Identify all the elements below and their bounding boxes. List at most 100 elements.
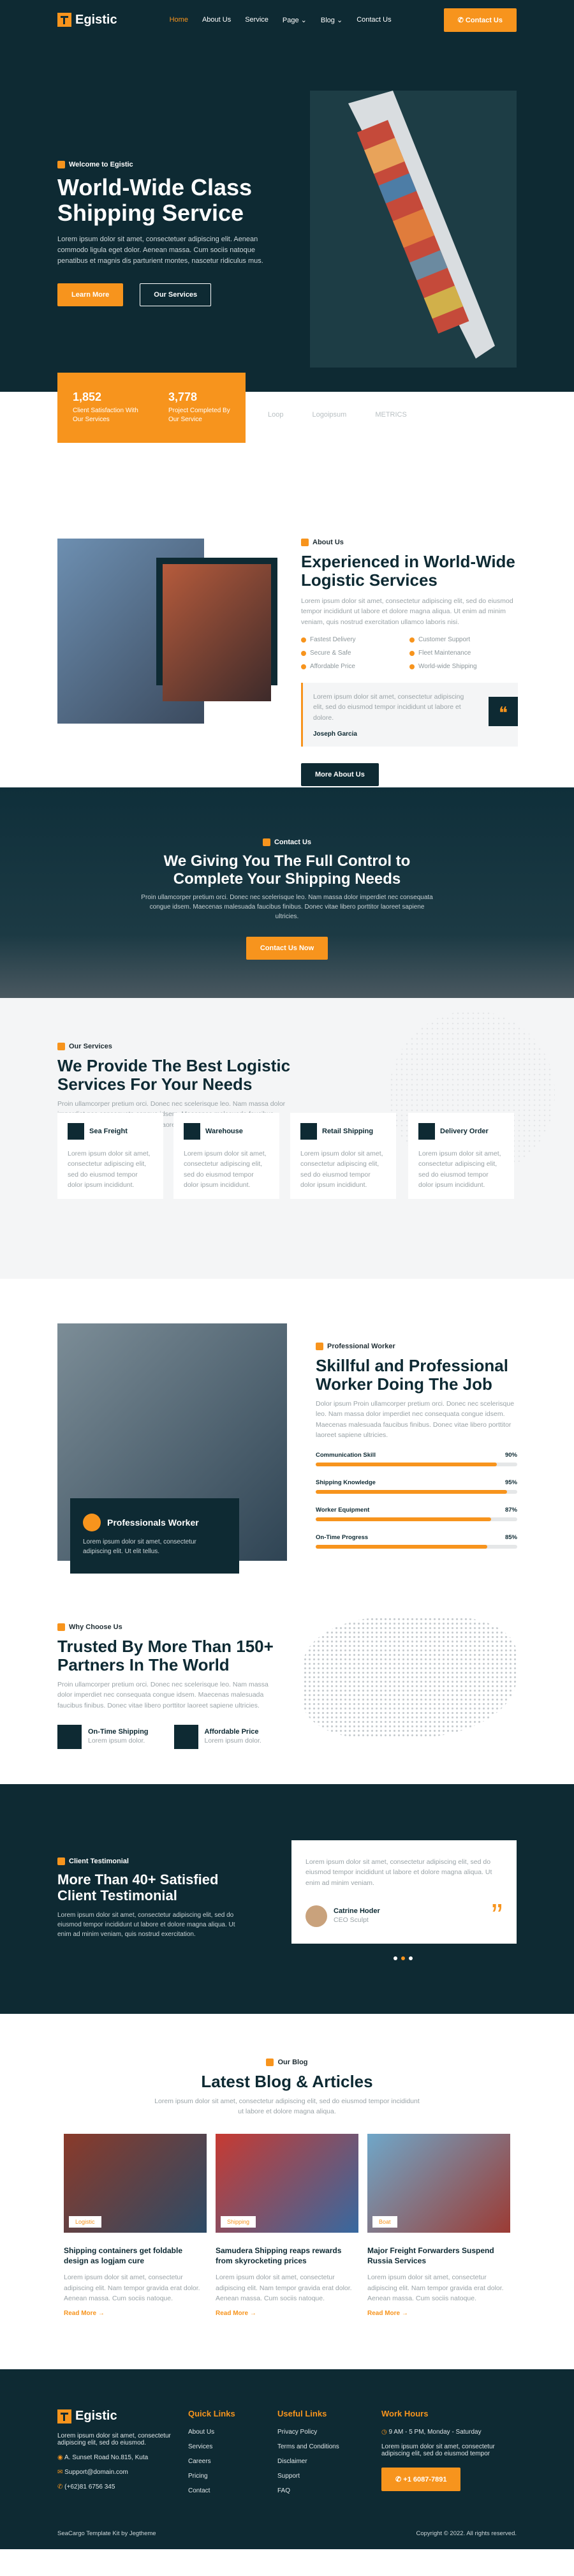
footer-link[interactable]: About Us [188, 2429, 235, 2436]
nav-home[interactable]: Home [170, 16, 188, 24]
post-tag[interactable]: Logistic [69, 2216, 101, 2228]
footer-link[interactable]: Contact [188, 2487, 235, 2494]
footer-link[interactable]: Privacy Policy [277, 2429, 339, 2436]
service-text: Lorem ipsum dolor sit amet, consectetur … [68, 1150, 151, 1189]
service-card[interactable]: Warehouse Lorem ipsum dolor sit amet, con… [173, 1113, 279, 1199]
blog-kicker: Our Blog [153, 2059, 421, 2066]
carousel-dot[interactable] [394, 1956, 397, 1960]
avatar [305, 1905, 327, 1927]
about-title: Experienced in World-Wide Logistic Servi… [301, 552, 515, 590]
footer-heading: Quick Links [188, 2409, 235, 2418]
skill-bar [316, 1545, 517, 1549]
cta-section: Contact Us We Giving You The Full Contro… [0, 787, 574, 998]
services-kicker: Our Services [57, 1043, 293, 1050]
footer-link[interactable]: Services [188, 2443, 235, 2450]
footer-phone-text: (+62)81 6756 345 [64, 2483, 115, 2490]
footer-link[interactable]: FAQ [277, 2487, 339, 2494]
read-more-link[interactable]: Read More → [64, 2310, 207, 2317]
logo[interactable]: Egistic [57, 13, 117, 27]
service-card[interactable]: Delivery Order Lorem ipsum dolor sit amet… [408, 1113, 514, 1199]
cta-kicker: Contact Us [140, 838, 434, 846]
footer-link[interactable]: Careers [188, 2458, 235, 2465]
post-text: Lorem ipsum dolor sit amet, consectetur … [367, 2274, 504, 2302]
read-more-link[interactable]: Read More → [367, 2310, 510, 2317]
worker-kicker: Professional Worker [316, 1343, 517, 1350]
trust-kicker-text: Why Choose Us [69, 1623, 122, 1631]
footer-link[interactable]: Terms and Conditions [277, 2443, 339, 2450]
about-quote: Lorem ipsum dolor sit amet, consectetur … [301, 683, 518, 747]
quote-icon: ” [491, 1897, 503, 1935]
price-tag-icon [173, 1725, 198, 1750]
footer-heading: Work Hours [381, 2409, 429, 2418]
service-card[interactable]: Sea Freight Lorem ipsum dolor sit amet, c… [57, 1113, 163, 1199]
service-card[interactable]: Retail Shipping Lorem ipsum dolor sit ame… [290, 1113, 396, 1199]
phone-icon: ✆ [57, 2483, 63, 2490]
services-title: We Provide The Best Logistic Services Fo… [57, 1056, 291, 1094]
brand-logo-loop: Loop [268, 411, 284, 419]
phone-icon: ✆ [457, 16, 464, 24]
blog-post[interactable]: Boat Major Freight Forwarders Suspend Ru… [367, 2134, 510, 2317]
stats-box: 1,852 Client Satisfaction With Our Servic… [57, 373, 246, 443]
kicker-icon [301, 539, 309, 546]
read-more-link[interactable]: Read More → [216, 2310, 358, 2317]
testimonial-kicker-text: Client Testimonial [69, 1858, 129, 1865]
worker-kicker-text: Professional Worker [327, 1343, 395, 1350]
footer-heading: Useful Links [277, 2409, 327, 2418]
footer-link[interactable]: Support [277, 2473, 339, 2480]
carousel-dot[interactable] [409, 1956, 413, 1960]
nav-page[interactable]: Page ⌄ [283, 16, 307, 24]
clock-icon: ◷ [381, 2429, 387, 2436]
about-image-worker [163, 564, 271, 701]
about-kicker: About Us [301, 539, 518, 546]
skill-bars: Communication Skill 90% Shipping Knowledg… [316, 1452, 517, 1549]
stats-section: 1,852 Client Satisfaction With Our Servic… [0, 373, 574, 494]
phone-icon: ✆ [395, 2476, 402, 2483]
footer-link[interactable]: Pricing [188, 2473, 235, 2480]
contact-us-now-button[interactable]: Contact Us Now [246, 937, 328, 960]
footer-email[interactable]: ✉ Support@domain.com [57, 2469, 179, 2476]
skill-label: Worker Equipment 87% [316, 1507, 517, 1514]
nav-blog[interactable]: Blog ⌄ [321, 16, 342, 24]
carousel-dot[interactable] [401, 1956, 405, 1960]
blog-post[interactable]: Shipping Samudera Shipping reaps rewards… [216, 2134, 358, 2317]
testimonial-title: More Than 40+ Satisfied Client Testimoni… [57, 1872, 219, 1904]
kicker-icon [57, 161, 65, 168]
footer-link[interactable]: Disclaimer [277, 2458, 339, 2465]
truck-icon [418, 1123, 435, 1140]
post-tag[interactable]: Boat [372, 2216, 397, 2228]
learn-more-button[interactable]: Learn More [57, 283, 124, 306]
trust-item-title: On-Time Shipping [88, 1727, 149, 1736]
post-tag[interactable]: Shipping [221, 2216, 256, 2228]
header-contact-button[interactable]: ✆ Contact Us [443, 8, 517, 32]
stat-label: Client Satisfaction With Our Services [73, 407, 138, 423]
nav-service[interactable]: Service [245, 16, 269, 24]
chevron-down-icon: ⌄ [300, 16, 307, 24]
stat-item: 1,852 Client Satisfaction With Our Servic… [73, 391, 143, 425]
our-services-button[interactable]: Our Services [140, 283, 212, 306]
post-title[interactable]: Samudera Shipping reaps rewards from sky… [216, 2245, 358, 2266]
about-section: About Us Experienced in World-Wide Logis… [0, 494, 574, 787]
nav-blog-label: Blog [320, 16, 335, 24]
nav-contact[interactable]: Contact Us [357, 16, 391, 24]
more-about-button[interactable]: More About Us [301, 763, 379, 786]
skill-value: 90% [504, 1452, 517, 1459]
post-title[interactable]: Shipping containers get foldable design … [64, 2245, 207, 2266]
nav-about[interactable]: About Us [202, 16, 231, 24]
service-text: Lorem ipsum dolor sit amet, consectetur … [184, 1150, 267, 1189]
feature-item: Fastest Delivery [301, 636, 409, 643]
footer-logo[interactable]: Egistic [57, 2409, 179, 2423]
footer-phone-button[interactable]: ✆ +1 6087-7891 [381, 2468, 461, 2491]
footer-useful-links: Useful Links Privacy Policy Terms and Co… [277, 2409, 339, 2502]
post-text: Lorem ipsum dolor sit amet, consectetur … [64, 2274, 200, 2302]
blog-post[interactable]: Logistic Shipping containers get foldabl… [64, 2134, 207, 2317]
skill-name: Communication Skill [316, 1452, 376, 1459]
service-title: Retail Shipping [322, 1128, 374, 1135]
post-title[interactable]: Major Freight Forwarders Suspend Russia … [367, 2245, 510, 2266]
chevron-down-icon: ⌄ [336, 16, 343, 24]
footer-phone[interactable]: ✆ (+62)81 6756 345 [57, 2483, 179, 2490]
cta-kicker-text: Contact Us [274, 838, 312, 846]
services-section: Our Services We Provide The Best Logisti… [0, 998, 574, 1279]
skill-label: On-Time Progress 85% [316, 1534, 517, 1541]
footer-hours-line: ◷ 9 AM - 5 PM, Monday - Saturday [381, 2429, 517, 2436]
hero-text-body: Lorem ipsum dolor sit amet, consectetuer… [57, 235, 263, 265]
